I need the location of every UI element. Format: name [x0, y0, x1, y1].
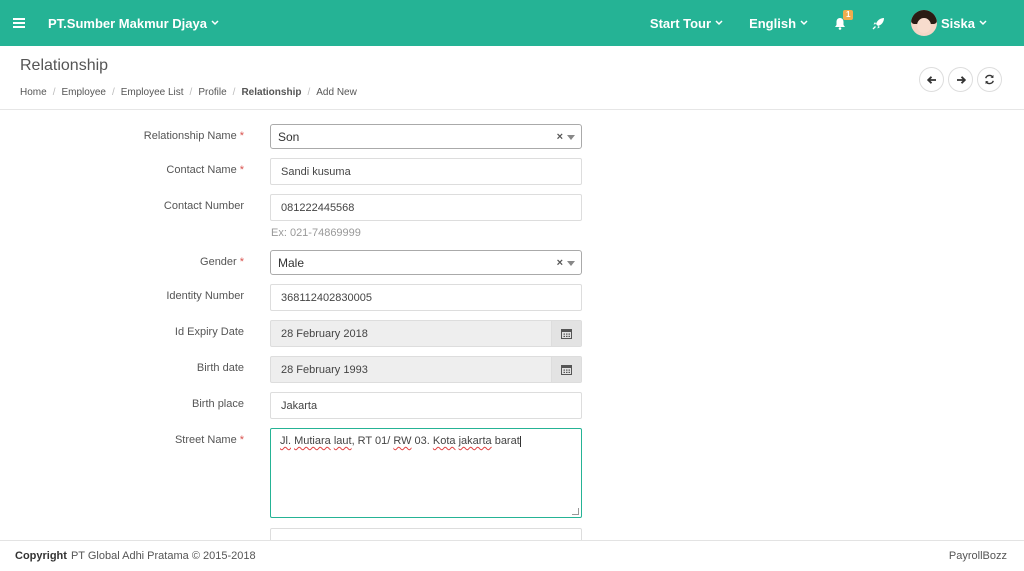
start-tour-label: Start Tour	[649, 15, 712, 31]
relationship-name-label: Relationship Name *	[143, 130, 244, 142]
contact-name-label: Contact Name *	[166, 164, 244, 176]
breadcrumb-home[interactable]: Home	[20, 87, 47, 98]
refresh-icon	[985, 74, 994, 85]
user-name: Siska	[941, 15, 975, 31]
top-navbar: PT.Sumber Makmur Djaya Start Tour Englis…	[0, 0, 1024, 46]
chevron-down-icon	[800, 20, 808, 26]
copyright-label: Copyright	[15, 550, 67, 562]
birth-date-label: Birth date	[196, 362, 244, 374]
chevron-down-icon	[715, 20, 723, 26]
back-button[interactable]	[919, 67, 944, 92]
birth-date-input[interactable]: 28 February 1993	[270, 356, 582, 383]
street-name-label: Street Name *	[174, 434, 244, 446]
breadcrumb-relationship[interactable]: Relationship	[241, 87, 301, 98]
user-menu[interactable]: Siska	[898, 0, 1024, 46]
dropdown-arrow-icon[interactable]	[567, 261, 575, 266]
notifications-button[interactable]: 1	[821, 0, 859, 46]
id-expiry-date-label: Id Expiry Date	[174, 326, 244, 338]
breadcrumb: Home / Employee / Employee List / Profil…	[20, 87, 357, 98]
relationship-name-select[interactable]: Son ×	[270, 124, 582, 149]
hamburger-icon	[13, 18, 25, 28]
refresh-button[interactable]	[977, 67, 1002, 92]
contact-number-label: Contact Number	[163, 200, 244, 212]
chevron-down-icon	[211, 20, 219, 26]
clear-icon[interactable]: ×	[557, 131, 563, 143]
gender-select[interactable]: Male ×	[270, 250, 582, 275]
menu-toggle-button[interactable]	[0, 0, 38, 46]
chevron-down-icon	[979, 20, 987, 26]
calendar-icon	[561, 365, 572, 375]
contact-number-hint: Ex: 021-74869999	[271, 227, 361, 239]
calendar-button[interactable]	[551, 357, 581, 382]
footer: Copyright PT Global Adhi Pratama © 2015-…	[0, 540, 1024, 571]
identity-number-input[interactable]: 368112402830005	[270, 284, 582, 311]
start-tour-menu[interactable]: Start Tour	[637, 0, 736, 46]
company-name: PT.Sumber Makmur Djaya	[48, 15, 207, 31]
breadcrumb-add-new: Add New	[316, 87, 357, 98]
language-label: English	[749, 15, 797, 31]
gender-label: Gender *	[200, 256, 244, 268]
resize-handle[interactable]	[572, 508, 579, 515]
gender-value: Male	[278, 255, 305, 270]
page-header: Relationship Home / Employee / Employee …	[0, 46, 1024, 110]
page-title: Relationship	[20, 57, 109, 74]
clear-icon[interactable]: ×	[557, 257, 563, 269]
brand-name: PayrollBozz	[948, 550, 1007, 562]
breadcrumb-employee-list[interactable]: Employee List	[121, 87, 184, 98]
company-switcher[interactable]: PT.Sumber Makmur Djaya	[48, 16, 219, 31]
notification-badge: 1	[843, 9, 854, 20]
contact-number-input[interactable]: 081222445568	[270, 194, 582, 221]
forward-button[interactable]	[948, 67, 973, 92]
birth-place-input[interactable]: Jakarta	[270, 392, 582, 419]
arrow-right-icon	[956, 75, 966, 84]
relationship-name-value: Son	[278, 129, 300, 144]
birth-place-label: Birth place	[192, 398, 244, 410]
copyright-text: PT Global Adhi Pratama © 2015-2018	[70, 550, 256, 562]
calendar-icon	[561, 329, 572, 339]
avatar	[911, 10, 938, 36]
next-field-input[interactable]	[270, 528, 582, 540]
rocket-icon	[872, 17, 885, 29]
breadcrumb-profile[interactable]: Profile	[198, 87, 226, 98]
calendar-button[interactable]	[551, 321, 581, 346]
language-menu[interactable]: English	[736, 0, 821, 46]
id-expiry-date-input[interactable]: 28 February 2018	[270, 320, 582, 347]
breadcrumb-employee[interactable]: Employee	[61, 87, 105, 98]
relationship-form: Relationship Name * Son × Contact Name * S…	[0, 110, 1024, 540]
identity-number-label: Identity Number	[166, 290, 244, 302]
street-name-textarea[interactable]: Jl. Mutiara laut, RT 01/ RW 03. Kota jak…	[270, 428, 582, 518]
dropdown-arrow-icon[interactable]	[567, 135, 575, 140]
text-cursor	[519, 435, 521, 447]
arrow-left-icon	[926, 75, 936, 84]
contact-name-input[interactable]: Sandi kusuma	[270, 158, 582, 185]
quick-launch-button[interactable]	[859, 0, 898, 46]
